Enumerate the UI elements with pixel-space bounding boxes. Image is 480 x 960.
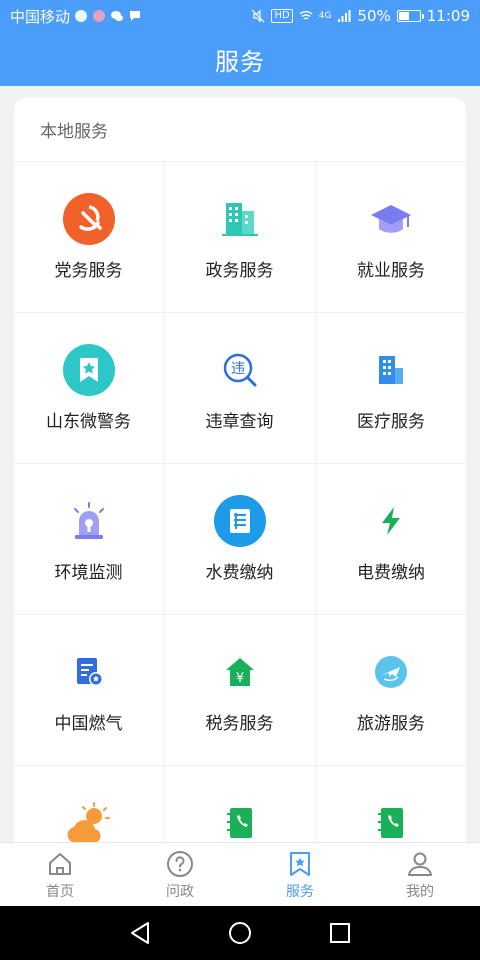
service-government[interactable]: 政务服务: [164, 162, 316, 313]
travel-plane-icon: [364, 645, 418, 699]
page-title: 服务: [215, 47, 265, 76]
mute-icon: [252, 9, 265, 23]
header-bar: 中国移动 HD 4G 50% 11:09 服务: [0, 0, 480, 86]
app-notification-icon: [93, 10, 106, 22]
nav-home[interactable]: 首页: [0, 843, 120, 906]
service-party[interactable]: 党务服务: [14, 162, 164, 313]
service-label: 就业服务: [357, 261, 425, 281]
bottom-nav: 首页 问政 服务 我的: [0, 842, 480, 906]
nav-service[interactable]: 服务: [240, 843, 360, 906]
service-label: 电费缴纳: [357, 563, 425, 583]
violation-search-icon: 违: [213, 343, 267, 397]
nav-label: 服务: [286, 883, 314, 900]
clock: 11:09: [426, 7, 470, 25]
party-emblem-icon: [62, 192, 116, 246]
service-label: 山东微警务: [46, 412, 131, 432]
system-nav-bar: [0, 906, 480, 960]
service-environment[interactable]: 环境监测: [14, 464, 164, 615]
gas-bill-icon: [62, 645, 116, 699]
service-label: 党务服务: [54, 261, 123, 281]
service-electricity[interactable]: 电费缴纳: [316, 464, 466, 615]
user-icon: [405, 849, 435, 879]
service-label: 政务服务: [205, 261, 274, 281]
service-police[interactable]: 山东微警务: [14, 313, 164, 464]
wifi-icon: [299, 11, 313, 20]
battery-icon: [396, 10, 424, 22]
tax-house-icon: ¥: [213, 645, 267, 699]
alarm-light-icon: [62, 494, 116, 548]
home-icon: [45, 849, 75, 879]
police-badge-icon: [62, 343, 116, 397]
battery-percent: 50%: [357, 7, 391, 25]
service-gas[interactable]: 中国燃气: [14, 615, 164, 766]
service-label: 水费缴纳: [205, 563, 274, 583]
back-icon[interactable]: [126, 919, 154, 947]
carrier-label: 中国移动: [10, 7, 71, 26]
recents-icon[interactable]: [326, 919, 354, 947]
notification-icon: [75, 10, 88, 22]
service-label: 税务服务: [205, 714, 274, 734]
service-bookmark-icon: [285, 849, 315, 879]
svg-text:¥: ¥: [235, 671, 243, 686]
service-employment[interactable]: 就业服务: [316, 162, 466, 313]
service-label: 环境监测: [54, 563, 123, 583]
battery-fill: [398, 12, 409, 20]
service-grid: 党务服务 政务服务 就业服务 山东微警务 违 违章查询 医疗服务 环境监测 水费…: [14, 162, 466, 858]
service-label: 医疗服务: [357, 412, 425, 432]
water-bill-icon: [213, 494, 267, 548]
lightning-icon: [364, 494, 418, 548]
hd-badge: HD: [271, 9, 293, 23]
network-label: 4G: [318, 11, 332, 21]
local-services-card: 本地服务 党务服务 政务服务 就业服务 山东微警务 违 违章查询 医疗服务 环境…: [14, 98, 466, 858]
service-label: 违章查询: [205, 412, 274, 432]
svg-text:违: 违: [231, 361, 245, 377]
question-icon: [165, 849, 195, 879]
nav-label: 我的: [406, 883, 434, 900]
nav-label: 问政: [166, 883, 194, 900]
graduation-cap-icon: [364, 192, 418, 246]
nav-label: 首页: [46, 883, 74, 900]
section-title: 本地服务: [14, 98, 466, 162]
signal-icon: [338, 10, 351, 22]
wechat-icon: [111, 11, 124, 21]
home-circle-icon[interactable]: [226, 919, 254, 947]
service-travel[interactable]: 旅游服务: [316, 615, 466, 766]
service-medical[interactable]: 医疗服务: [316, 313, 466, 464]
hospital-icon: [364, 343, 418, 397]
service-water[interactable]: 水费缴纳: [164, 464, 316, 615]
screen: 中国移动 HD 4G 50% 11:09 服务 本地服务 党务服务 政务服务 就…: [0, 0, 480, 960]
service-tax[interactable]: ¥ 税务服务: [164, 615, 316, 766]
service-violation[interactable]: 违 违章查询: [164, 313, 316, 464]
service-label: 中国燃气: [54, 714, 123, 734]
building-icon: [213, 192, 267, 246]
nav-inquiry[interactable]: 问政: [120, 843, 240, 906]
status-bar: 中国移动 HD 4G 50% 11:09: [0, 0, 480, 32]
message-icon: [130, 11, 141, 21]
nav-mine[interactable]: 我的: [360, 843, 480, 906]
service-label: 旅游服务: [357, 714, 425, 734]
